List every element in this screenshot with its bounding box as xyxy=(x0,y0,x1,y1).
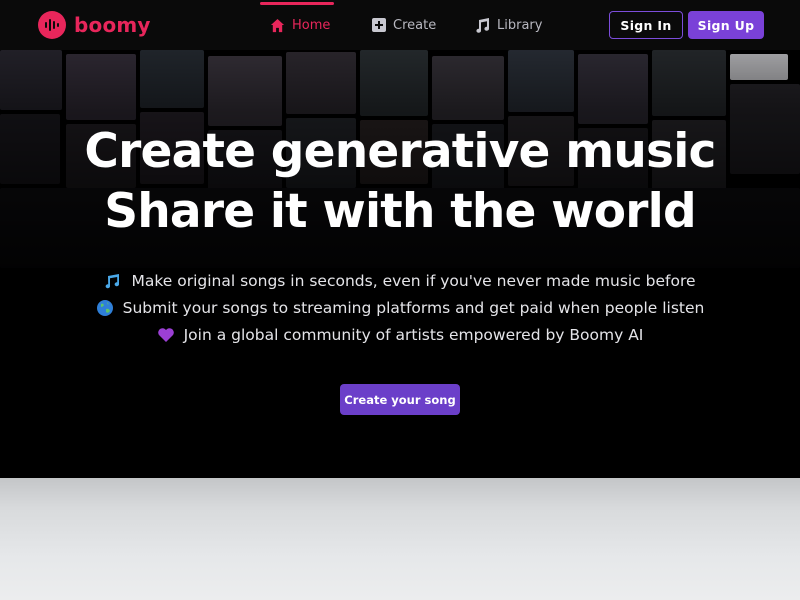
nav-library-label: Library xyxy=(497,17,543,33)
hero-headline-line-1: Create generative music xyxy=(84,124,716,179)
feature-line-songs: Make original songs in seconds, even if … xyxy=(0,272,800,290)
nav-home-label: Home xyxy=(292,17,331,33)
plus-square-icon xyxy=(372,18,386,32)
music-notes-emoji-icon xyxy=(104,272,122,290)
nav-create[interactable]: Create xyxy=(372,0,436,50)
nav-home[interactable]: Home xyxy=(260,0,334,50)
sign-up-button[interactable]: Sign Up xyxy=(688,11,764,39)
active-tab-indicator xyxy=(260,2,334,5)
purple-heart-emoji-icon xyxy=(157,327,175,343)
brand-name: boomy xyxy=(74,13,151,37)
top-navbar: boomy Home Create Library Sign In Sign U… xyxy=(0,0,800,50)
home-icon xyxy=(270,18,285,33)
hero-headline-line-2: Share it with the world xyxy=(104,184,696,239)
feature-text-community: Join a global community of artists empow… xyxy=(183,326,644,344)
create-your-song-button[interactable]: Create your song xyxy=(340,384,460,415)
sign-in-button[interactable]: Sign In xyxy=(609,11,683,39)
feature-line-streaming: Submit your songs to streaming platforms… xyxy=(0,299,800,317)
brand-logo[interactable]: boomy xyxy=(38,11,151,39)
globe-emoji-icon xyxy=(96,299,114,317)
nav-create-label: Create xyxy=(393,17,437,33)
lower-section-background xyxy=(0,478,800,600)
feature-text-streaming: Submit your songs to streaming platforms… xyxy=(122,299,705,317)
boomy-logo-icon xyxy=(38,11,66,39)
feature-text-songs: Make original songs in seconds, even if … xyxy=(131,272,696,290)
nav-library[interactable]: Library xyxy=(474,0,542,50)
hero-section: Create generative music Share it with th… xyxy=(0,50,800,478)
music-note-icon xyxy=(474,17,490,33)
feature-line-community: Join a global community of artists empow… xyxy=(0,326,800,344)
